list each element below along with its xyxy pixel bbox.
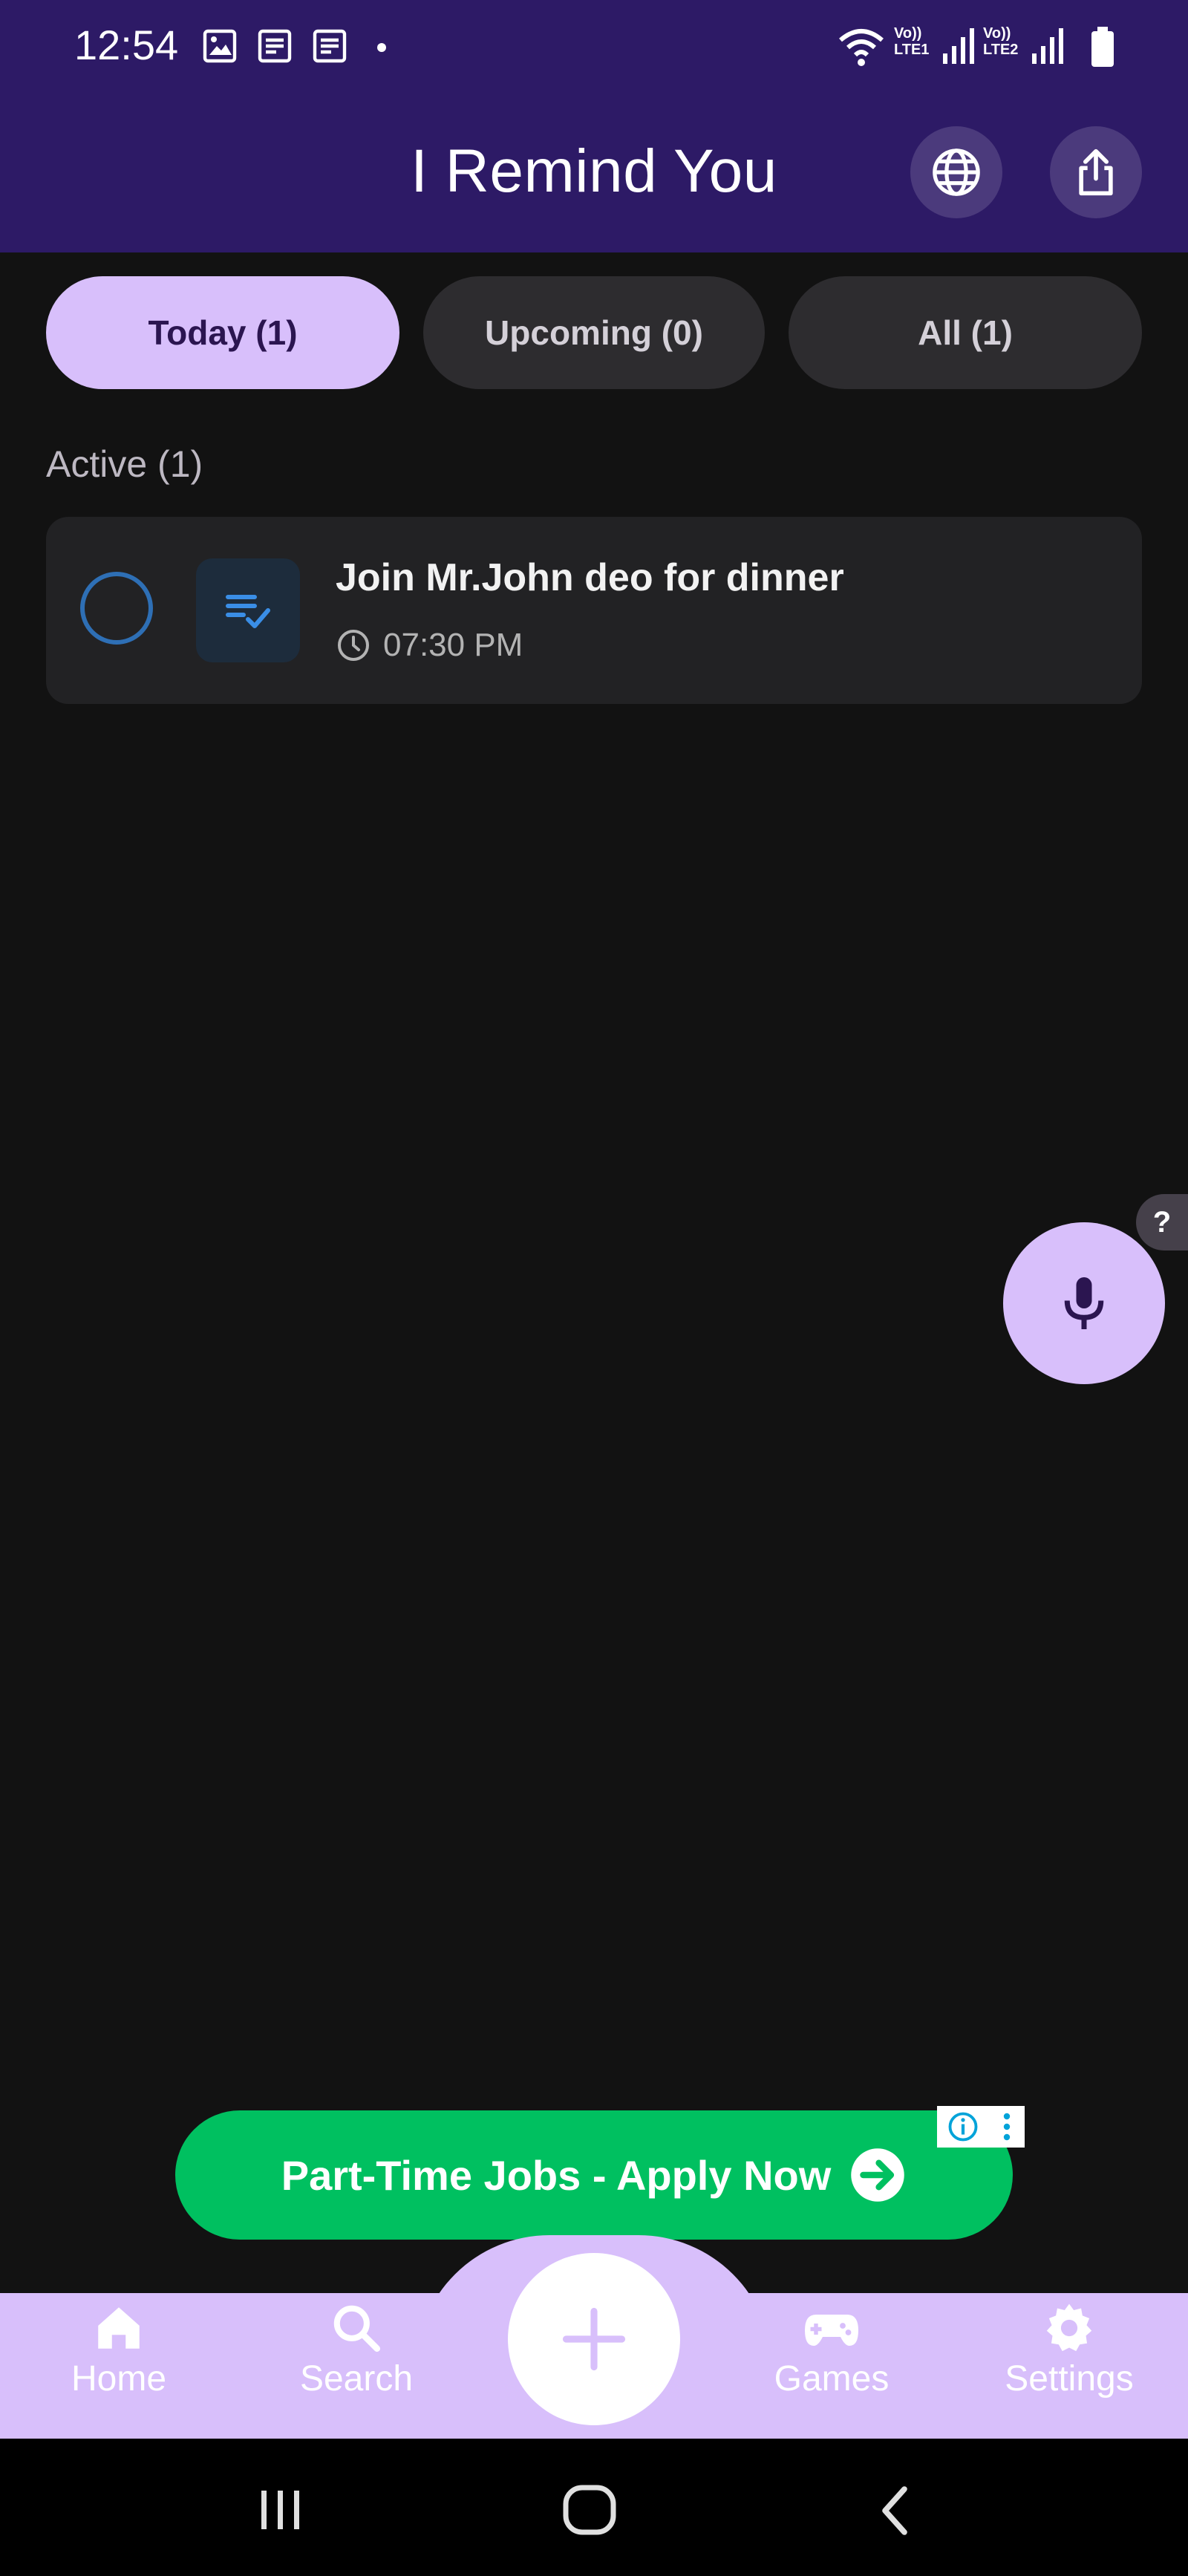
- ad-choices[interactable]: [937, 2106, 1025, 2148]
- clock-icon: [338, 630, 369, 661]
- tab-today[interactable]: Today (1): [46, 276, 399, 389]
- mic-icon: [1064, 1277, 1104, 1329]
- nav-item-home[interactable]: Home: [15, 2301, 223, 2399]
- gear-icon: [1046, 2303, 1092, 2352]
- share-icon: [1079, 149, 1113, 196]
- language-button[interactable]: [910, 126, 1002, 218]
- nav-item-search[interactable]: Search: [252, 2301, 460, 2399]
- search-icon: [333, 2305, 381, 2352]
- sim1-label: Vo)) LTE1: [894, 25, 930, 58]
- share-button[interactable]: [1050, 126, 1142, 218]
- app-title: I Remind You: [411, 137, 777, 205]
- article-notification-icon: [313, 29, 347, 63]
- arrow-right-circle-icon: [851, 2148, 905, 2202]
- reminder-time: 07:30 PM: [383, 627, 523, 663]
- checklist-icon: [226, 595, 270, 628]
- ad-banner[interactable]: Part-Time Jobs - Apply Now: [175, 2110, 1013, 2240]
- globe-icon: [933, 149, 980, 196]
- nav-label-games: Games: [774, 2359, 890, 2399]
- more-notifications-dot-icon: [377, 43, 386, 52]
- reminder-title: Join Mr.John deo for dinner: [336, 556, 844, 599]
- voice-input-button[interactable]: [1003, 1222, 1165, 1384]
- home-icon: [98, 2307, 140, 2349]
- wifi-icon: [839, 29, 884, 66]
- add-reminder-button[interactable]: [508, 2253, 680, 2425]
- tab-upcoming[interactable]: Upcoming (0): [423, 276, 765, 389]
- ad-text: Part-Time Jobs - Apply Now: [281, 2151, 832, 2199]
- plus-icon: [562, 2307, 626, 2371]
- voice-help-badge[interactable]: ?: [1136, 1194, 1188, 1250]
- battery-icon: [1091, 27, 1114, 67]
- nav-item-games[interactable]: Games: [728, 2301, 936, 2399]
- task-type-badge: [196, 558, 300, 662]
- more-vertical-icon[interactable]: [999, 2111, 1014, 2142]
- system-nav-bar: [0, 2439, 1188, 2576]
- nav-label-settings: Settings: [1005, 2359, 1134, 2399]
- gallery-notification-icon: [203, 29, 237, 63]
- section-header-active: Active (1): [46, 443, 203, 485]
- sim2-label: Vo)) LTE2: [983, 25, 1019, 58]
- reminder-time-row: 07:30 PM: [336, 627, 523, 664]
- status-bar: 12:54 Vo)) LTE1 Vo)) LTE2: [0, 0, 1188, 97]
- complete-checkbox[interactable]: [80, 572, 153, 645]
- recent-apps-icon[interactable]: [257, 2488, 304, 2532]
- nav-label-home: Home: [71, 2359, 167, 2399]
- nav-label-search: Search: [299, 2359, 414, 2399]
- app-bar: I Remind You: [0, 97, 1188, 252]
- news-notification-icon: [258, 29, 292, 63]
- gamepad-icon: [805, 2315, 858, 2346]
- nav-item-settings[interactable]: Settings: [965, 2301, 1173, 2399]
- reminder-card[interactable]: Join Mr.John deo for dinner 07:30 PM: [46, 517, 1142, 704]
- home-system-icon[interactable]: [561, 2483, 618, 2537]
- info-icon[interactable]: [947, 2111, 979, 2142]
- signal-sim2-icon: [1032, 28, 1063, 64]
- signal-sim1-icon: [943, 28, 974, 64]
- status-time: 12:54: [74, 22, 179, 68]
- tab-all[interactable]: All (1): [789, 276, 1142, 389]
- back-icon[interactable]: [878, 2485, 913, 2537]
